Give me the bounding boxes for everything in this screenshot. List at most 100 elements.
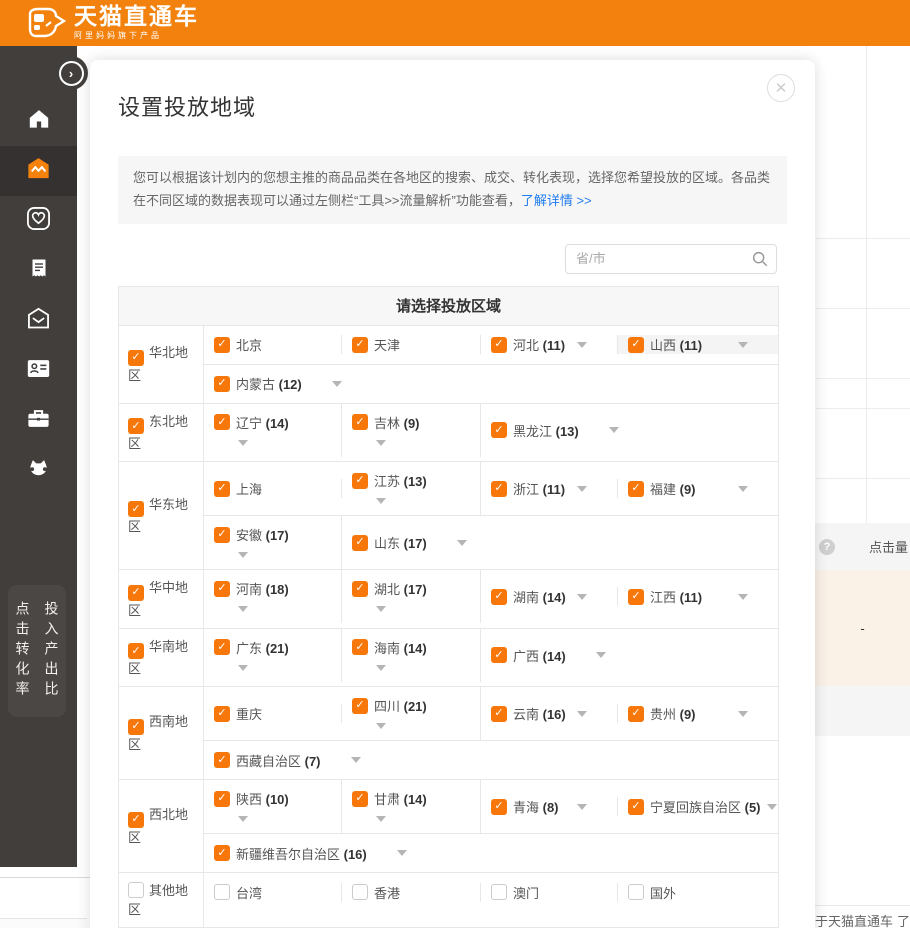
region-group-cell[interactable]: ✓东北地区 — [119, 404, 204, 462]
province-cell[interactable]: ✓湖南 (14) — [481, 587, 618, 606]
chevron-down-icon[interactable] — [577, 711, 587, 717]
sidebar-item-receipt[interactable] — [0, 246, 77, 296]
checkbox-unchecked[interactable] — [491, 884, 507, 900]
checkbox-checked[interactable]: ✓ — [214, 376, 230, 392]
province-cell[interactable]: ✓重庆 — [204, 704, 342, 723]
province-cell[interactable]: ✓海南 (14) — [342, 629, 481, 682]
province-cell[interactable]: ✓上海 — [204, 479, 342, 498]
sidebar-expand-toggle[interactable]: › — [54, 56, 88, 90]
province-cell[interactable]: ✓贵州 (9) — [618, 704, 778, 723]
province-cell[interactable]: ✓山东 (17) — [342, 533, 778, 552]
chevron-down-icon[interactable] — [376, 440, 386, 446]
chevron-down-icon[interactable] — [238, 552, 248, 558]
province-cell[interactable]: ✓山西 (11) — [618, 335, 778, 354]
sidebar-item-tmall-cat[interactable] — [0, 446, 77, 496]
chevron-down-icon[interactable] — [596, 652, 606, 658]
search-input[interactable] — [565, 244, 777, 274]
checkbox-checked[interactable]: ✓ — [491, 337, 507, 353]
checkbox-checked[interactable]: ✓ — [628, 706, 644, 722]
checkbox-checked[interactable]: ✓ — [214, 527, 230, 543]
province-cell[interactable]: ✓广东 (21) — [204, 629, 342, 682]
checkbox-checked[interactable]: ✓ — [128, 350, 144, 366]
checkbox-checked[interactable]: ✓ — [352, 698, 368, 714]
checkbox-unchecked[interactable] — [214, 884, 230, 900]
province-cell[interactable]: ✓江苏 (13) — [342, 462, 481, 515]
checkbox-checked[interactable]: ✓ — [128, 812, 144, 828]
chevron-down-icon[interactable] — [577, 594, 587, 600]
province-cell[interactable]: ✓四川 (21) — [342, 687, 481, 740]
checkbox-checked[interactable]: ✓ — [214, 706, 230, 722]
checkbox-checked[interactable]: ✓ — [352, 639, 368, 655]
chevron-down-icon[interactable] — [457, 540, 467, 546]
checkbox-unchecked[interactable] — [352, 884, 368, 900]
chevron-down-icon[interactable] — [376, 723, 386, 729]
chevron-down-icon[interactable] — [738, 486, 748, 492]
chevron-down-icon[interactable] — [738, 342, 748, 348]
checkbox-checked[interactable]: ✓ — [491, 799, 507, 815]
province-cell[interactable]: ✓黑龙江 (13) — [481, 421, 778, 440]
checkbox-checked[interactable]: ✓ — [491, 647, 507, 663]
chevron-down-icon[interactable] — [238, 816, 248, 822]
checkbox-checked[interactable]: ✓ — [128, 643, 144, 659]
chevron-down-icon[interactable] — [238, 606, 248, 612]
sidebar-item-id-card[interactable] — [0, 346, 77, 396]
province-cell[interactable]: ✓西藏自治区 (7) — [204, 751, 778, 770]
app-logo[interactable]: 天猫直通车 阿里妈妈旗下产品 — [26, 5, 199, 41]
province-cell[interactable]: ✓辽宁 (14) — [204, 404, 342, 457]
region-group-cell[interactable]: ✓华东地区 — [119, 462, 204, 569]
chevron-down-icon[interactable] — [577, 342, 587, 348]
province-cell[interactable]: ✓陕西 (10) — [204, 780, 342, 833]
chevron-down-icon[interactable] — [238, 665, 248, 671]
chevron-down-icon[interactable] — [577, 804, 587, 810]
checkbox-unchecked[interactable] — [628, 884, 644, 900]
chevron-down-icon[interactable] — [738, 594, 748, 600]
checkbox-checked[interactable]: ✓ — [628, 481, 644, 497]
province-cell[interactable]: ✓青海 (8) — [481, 797, 618, 816]
checkbox-checked[interactable]: ✓ — [214, 639, 230, 655]
checkbox-checked[interactable]: ✓ — [352, 791, 368, 807]
checkbox-checked[interactable]: ✓ — [628, 799, 644, 815]
province-cell[interactable]: ✓宁夏回族自治区 (5) — [618, 797, 778, 816]
checkbox-checked[interactable]: ✓ — [214, 752, 230, 768]
province-cell[interactable]: ✓河北 (11) — [481, 335, 618, 354]
sidebar-item-home[interactable] — [0, 96, 77, 146]
checkbox-checked[interactable]: ✓ — [491, 481, 507, 497]
province-cell[interactable]: ✓天津 — [342, 335, 481, 354]
chevron-down-icon[interactable] — [238, 440, 248, 446]
sidebar-item-briefcase[interactable] — [0, 396, 77, 446]
chevron-down-icon[interactable] — [609, 427, 619, 433]
region-group-cell[interactable]: ✓华中地区 — [119, 570, 204, 628]
sidebar-item-mail[interactable] — [0, 296, 77, 346]
checkbox-checked[interactable]: ✓ — [214, 481, 230, 497]
region-group-cell[interactable]: ✓西北地区 — [119, 780, 204, 872]
search-icon[interactable] — [751, 250, 769, 268]
chevron-down-icon[interactable] — [376, 498, 386, 504]
chevron-down-icon[interactable] — [376, 816, 386, 822]
chevron-down-icon[interactable] — [376, 665, 386, 671]
checkbox-checked[interactable]: ✓ — [214, 337, 230, 353]
chevron-down-icon[interactable] — [577, 486, 587, 492]
province-cell[interactable]: 台湾 — [204, 883, 342, 902]
chevron-down-icon[interactable] — [738, 711, 748, 717]
checkbox-checked[interactable]: ✓ — [352, 414, 368, 430]
chevron-down-icon[interactable] — [767, 804, 777, 810]
checkbox-checked[interactable]: ✓ — [491, 422, 507, 438]
learn-more-link[interactable]: 了解详情 >> — [521, 193, 592, 208]
checkbox-checked[interactable]: ✓ — [128, 719, 144, 735]
province-cell[interactable]: ✓安徽 (17) — [204, 516, 342, 569]
region-group-cell[interactable]: 其他地区 — [119, 873, 204, 927]
province-cell[interactable]: ✓甘肃 (14) — [342, 780, 481, 833]
province-cell[interactable]: ✓湖北 (17) — [342, 570, 481, 623]
checkbox-checked[interactable]: ✓ — [128, 418, 144, 434]
checkbox-checked[interactable]: ✓ — [352, 535, 368, 551]
chevron-down-icon[interactable] — [397, 850, 407, 856]
checkbox-checked[interactable]: ✓ — [491, 589, 507, 605]
region-group-cell[interactable]: ✓西南地区 — [119, 687, 204, 779]
province-cell[interactable]: ✓云南 (16) — [481, 704, 618, 723]
province-cell[interactable]: ✓北京 — [204, 335, 342, 354]
checkbox-checked[interactable]: ✓ — [491, 706, 507, 722]
checkbox-checked[interactable]: ✓ — [352, 337, 368, 353]
checkbox-checked[interactable]: ✓ — [628, 337, 644, 353]
checkbox-checked[interactable]: ✓ — [628, 589, 644, 605]
chevron-down-icon[interactable] — [376, 606, 386, 612]
